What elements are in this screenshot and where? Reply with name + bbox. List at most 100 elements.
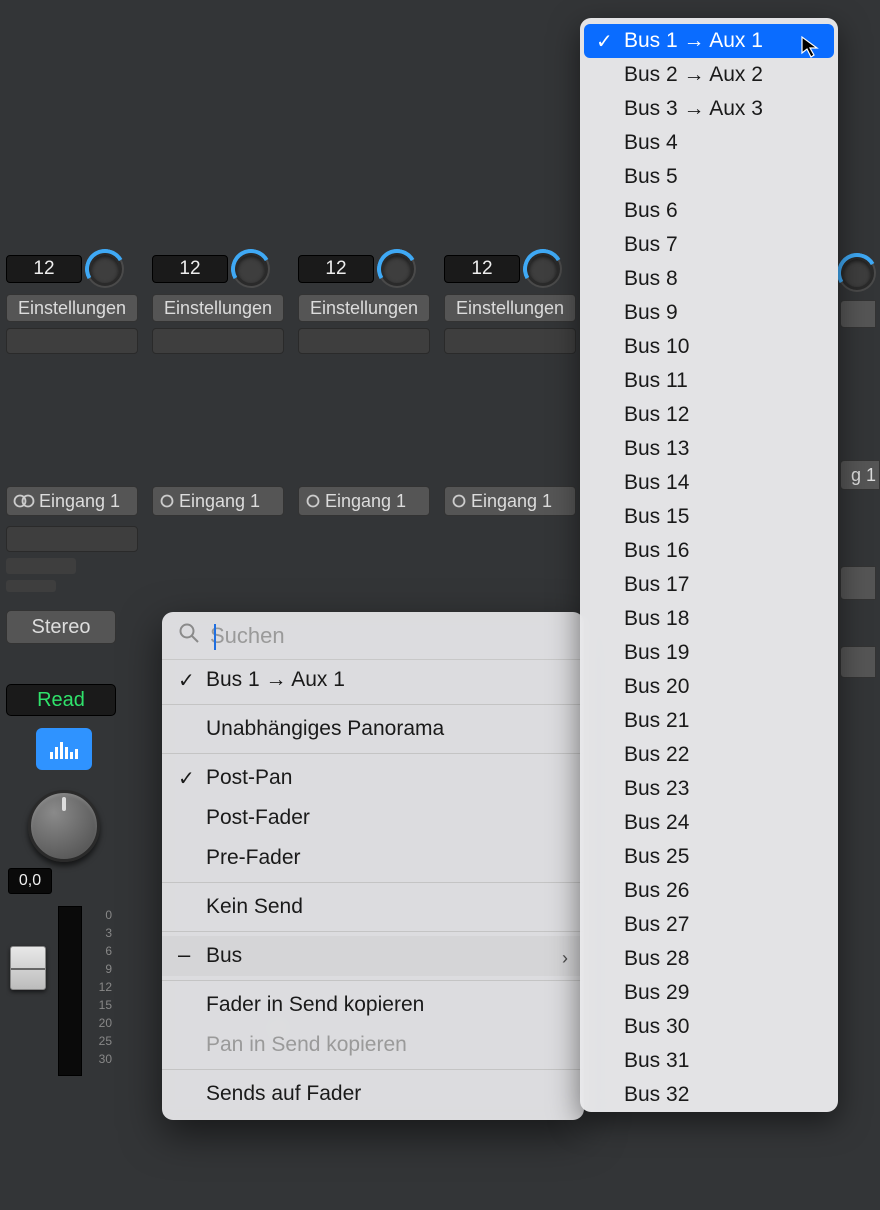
pan-knob[interactable] bbox=[28, 790, 100, 862]
send-knob[interactable] bbox=[234, 252, 268, 286]
menu-item-post-fader[interactable]: Post-Fader bbox=[162, 798, 584, 838]
bus-submenu-item[interactable]: Bus 26 bbox=[584, 874, 834, 908]
bus-submenu-item[interactable]: Bus 21 bbox=[584, 704, 834, 738]
menu-item-pre-fader[interactable]: Pre-Fader bbox=[162, 838, 584, 878]
bus-submenu-item[interactable]: Bus 5 bbox=[584, 160, 834, 194]
insert-slot[interactable] bbox=[444, 328, 576, 354]
stereo-mode-button[interactable]: Stereo bbox=[6, 610, 116, 644]
mono-icon bbox=[159, 493, 175, 509]
group-slot[interactable] bbox=[6, 558, 76, 574]
input-label: Eingang 1 bbox=[471, 491, 552, 512]
level-meter bbox=[58, 906, 82, 1076]
settings-button[interactable]: Einstellungen bbox=[444, 294, 576, 322]
input-monitor-button[interactable] bbox=[36, 728, 92, 770]
input-label: Eingang 1 bbox=[179, 491, 260, 512]
bus-submenu-item[interactable]: Bus 22 bbox=[584, 738, 834, 772]
bus-submenu: Bus 1 → Aux 1Bus 2 → Aux 2Bus 3 → Aux 3B… bbox=[580, 18, 838, 1112]
fader-thumb[interactable] bbox=[10, 946, 46, 990]
send-level[interactable]: 12 bbox=[298, 255, 374, 283]
bus-submenu-item[interactable]: Bus 11 bbox=[584, 364, 834, 398]
bus-submenu-item[interactable]: Bus 13 bbox=[584, 432, 834, 466]
output-slot[interactable] bbox=[6, 526, 138, 552]
bus-submenu-item[interactable]: Bus 30 bbox=[584, 1010, 834, 1044]
insert-slot[interactable] bbox=[6, 328, 138, 354]
send-knob[interactable] bbox=[526, 252, 560, 286]
menu-item-no-send[interactable]: Kein Send bbox=[162, 887, 584, 927]
bus-submenu-item[interactable]: Bus 29 bbox=[584, 976, 834, 1010]
misc-slot[interactable] bbox=[6, 580, 56, 592]
insert-slot[interactable] bbox=[152, 328, 284, 354]
send-knob[interactable] bbox=[840, 256, 874, 290]
bus-submenu-item[interactable]: Bus 4 bbox=[584, 126, 834, 160]
menu-separator bbox=[162, 931, 584, 932]
input-selector[interactable]: Eingang 1 bbox=[444, 486, 576, 516]
send-level[interactable]: 12 bbox=[444, 255, 520, 283]
input-label: Eingang 1 bbox=[39, 491, 120, 512]
bus-submenu-item[interactable]: Bus 8 bbox=[584, 262, 834, 296]
bus-submenu-item[interactable]: Bus 20 bbox=[584, 670, 834, 704]
send-options-menu: Bus 1 → Aux 1 Unabhängiges Panorama Post… bbox=[162, 612, 584, 1120]
menu-item-copy-fader[interactable]: Fader in Send kopieren bbox=[162, 985, 584, 1025]
bus-submenu-item[interactable]: Bus 31 bbox=[584, 1044, 834, 1078]
bus-submenu-item[interactable]: Bus 23 bbox=[584, 772, 834, 806]
mono-icon bbox=[305, 493, 321, 509]
input-selector[interactable]: Eingang 1 bbox=[298, 486, 430, 516]
input-selector[interactable]: Eingang 1 bbox=[152, 486, 284, 516]
bus-submenu-item[interactable]: Bus 28 bbox=[584, 942, 834, 976]
chevron-right-icon: › bbox=[562, 948, 568, 969]
fader-scale: 03691215202530 bbox=[99, 906, 112, 1068]
menu-item-current-bus[interactable]: Bus 1 → Aux 1 bbox=[162, 660, 584, 700]
input-selector[interactable]: Eingang 1 bbox=[6, 486, 138, 516]
bus-submenu-item[interactable]: Bus 32 bbox=[584, 1078, 834, 1112]
bus-submenu-item[interactable]: Bus 17 bbox=[584, 568, 834, 602]
bus-submenu-item[interactable]: Bus 10 bbox=[584, 330, 834, 364]
send-knob[interactable] bbox=[380, 252, 414, 286]
menu-item-post-pan[interactable]: Post-Pan bbox=[162, 758, 584, 798]
send-level[interactable]: 12 bbox=[6, 255, 82, 283]
bus-submenu-item[interactable]: Bus 25 bbox=[584, 840, 834, 874]
slot-fragment[interactable] bbox=[840, 646, 876, 678]
channel-strip-fragment: g 1 bbox=[840, 252, 880, 684]
bus-submenu-item[interactable]: Bus 3 → Aux 3 bbox=[584, 92, 834, 126]
bus-submenu-item[interactable]: Bus 14 bbox=[584, 466, 834, 500]
send-knob[interactable] bbox=[88, 252, 122, 286]
bus-submenu-item[interactable]: Bus 15 bbox=[584, 500, 834, 534]
mono-icon bbox=[451, 493, 467, 509]
bus-submenu-item[interactable]: Bus 2 → Aux 2 bbox=[584, 58, 834, 92]
slot-fragment[interactable] bbox=[840, 566, 876, 600]
bus-submenu-item[interactable]: Bus 18 bbox=[584, 602, 834, 636]
input-label: g 1 bbox=[851, 465, 876, 486]
settings-button[interactable]: Einstellungen bbox=[298, 294, 430, 322]
fader-area: 03691215202530 bbox=[6, 906, 140, 1086]
menu-item-bus-submenu[interactable]: Bus › bbox=[162, 936, 584, 976]
send-level[interactable]: 12 bbox=[152, 255, 228, 283]
bus-submenu-item[interactable]: Bus 6 bbox=[584, 194, 834, 228]
menu-item-independent-pan[interactable]: Unabhängiges Panorama bbox=[162, 709, 584, 749]
bus-submenu-item[interactable]: Bus 19 bbox=[584, 636, 834, 670]
bus-submenu-item[interactable]: Bus 9 bbox=[584, 296, 834, 330]
settings-button[interactable] bbox=[840, 300, 876, 328]
menu-search bbox=[162, 612, 584, 660]
settings-button[interactable]: Einstellungen bbox=[6, 294, 138, 322]
menu-item-copy-pan: Pan in Send kopieren bbox=[162, 1025, 584, 1065]
search-input[interactable] bbox=[210, 623, 568, 649]
bus-submenu-item[interactable]: Bus 24 bbox=[584, 806, 834, 840]
automation-read-button[interactable]: Read bbox=[6, 684, 116, 716]
input-selector[interactable]: g 1 bbox=[840, 460, 880, 490]
menu-separator bbox=[162, 882, 584, 883]
bus-submenu-item[interactable]: Bus 7 bbox=[584, 228, 834, 262]
settings-button[interactable]: Einstellungen bbox=[152, 294, 284, 322]
menu-item-sends-on-fader[interactable]: Sends auf Fader bbox=[162, 1074, 584, 1120]
input-label: Eingang 1 bbox=[325, 491, 406, 512]
menu-separator bbox=[162, 1069, 584, 1070]
insert-slot[interactable] bbox=[298, 328, 430, 354]
stereo-icon bbox=[13, 493, 35, 509]
bus-submenu-item[interactable]: Bus 1 → Aux 1 bbox=[584, 24, 834, 58]
menu-separator bbox=[162, 704, 584, 705]
menu-separator bbox=[162, 980, 584, 981]
bus-submenu-item[interactable]: Bus 12 bbox=[584, 398, 834, 432]
bus-submenu-item[interactable]: Bus 16 bbox=[584, 534, 834, 568]
pan-value[interactable]: 0,0 bbox=[8, 868, 52, 894]
menu-separator bbox=[162, 753, 584, 754]
bus-submenu-item[interactable]: Bus 27 bbox=[584, 908, 834, 942]
